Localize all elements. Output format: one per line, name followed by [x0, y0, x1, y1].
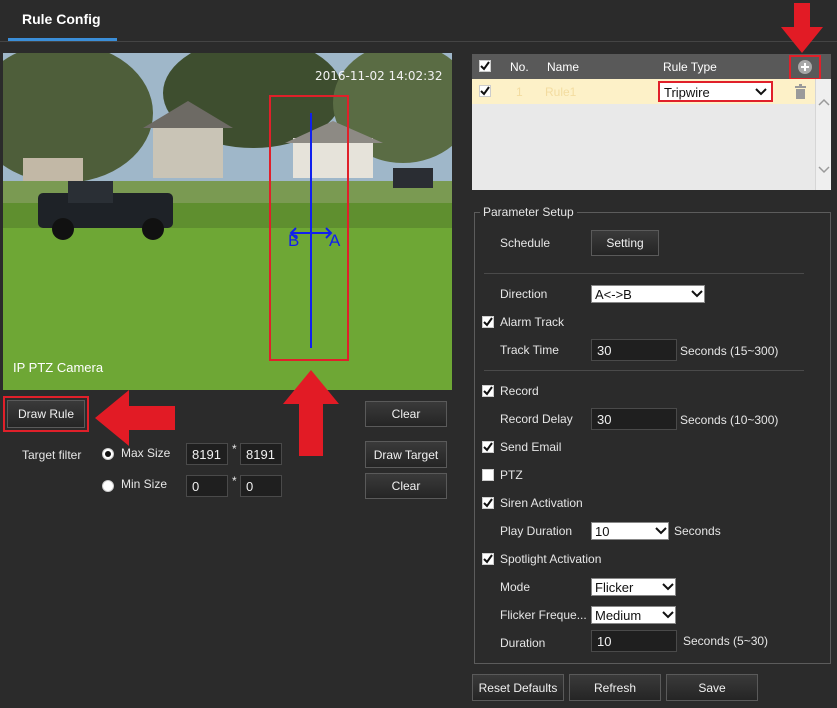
min-height-input[interactable]: 0: [240, 475, 282, 497]
row-name[interactable]: Rule1: [545, 85, 576, 99]
min-size-radio[interactable]: [102, 480, 114, 492]
chevron-down-icon: [662, 583, 674, 591]
camera-name: IP PTZ Camera: [13, 360, 104, 375]
table-row[interactable]: 1 Rule1 Tripwire: [472, 79, 815, 104]
active-tab-indicator: [8, 38, 117, 41]
ptz-label: PTZ: [500, 468, 523, 482]
rule-type-select[interactable]: Tripwire: [658, 81, 773, 102]
track-time-input[interactable]: 30: [591, 339, 677, 361]
duration-unit: Seconds (5~30): [683, 634, 769, 648]
rule-table: No. Name Rule Type 1 Rule1 Tripwire: [472, 54, 831, 190]
size-separator: *: [232, 442, 237, 456]
chevron-down-icon: [662, 611, 674, 619]
clear-rule-button[interactable]: Clear: [365, 401, 447, 427]
max-size-radio[interactable]: [102, 448, 114, 460]
size-separator: *: [232, 474, 237, 488]
camera-preview[interactable]: 2016-11-02 14:02:32 B A IP PTZ Camera: [3, 53, 452, 390]
ptz-checkbox[interactable]: [482, 469, 494, 481]
reset-defaults-button[interactable]: Reset Defaults: [472, 674, 564, 701]
play-duration-value: 10: [595, 523, 610, 539]
max-width-input[interactable]: 8191: [186, 443, 228, 465]
check-icon: [480, 61, 490, 71]
siren-label: Siren Activation: [500, 496, 583, 510]
check-icon: [483, 498, 493, 508]
flicker-frequency-label: Flicker Freque...: [500, 608, 587, 622]
duration-label: Duration: [500, 636, 546, 650]
schedule-label: Schedule: [500, 236, 551, 250]
row-no: 1: [516, 85, 523, 99]
play-duration-label: Play Duration: [500, 524, 573, 538]
tab-bar: [0, 0, 837, 42]
draw-target-button[interactable]: Draw Target: [365, 441, 447, 468]
row-checkbox[interactable]: [479, 85, 491, 97]
draw-rule-button[interactable]: Draw Rule: [7, 400, 85, 428]
max-size-label: Max Size: [121, 446, 171, 460]
chevron-down-icon: [755, 88, 767, 96]
mode-label: Mode: [500, 580, 531, 594]
target-filter-label: Target filter: [22, 448, 82, 462]
check-icon: [483, 554, 493, 564]
track-time-unit: Seconds (15~300): [680, 344, 779, 358]
rule-highlight-box: [269, 95, 349, 361]
delete-icon[interactable]: [794, 84, 807, 99]
play-duration-select[interactable]: 10: [591, 522, 669, 540]
check-icon: [483, 317, 493, 327]
camera-timestamp: 2016-11-02 14:02:32: [315, 69, 443, 83]
record-delay-label: Record Delay: [500, 412, 573, 426]
duration-input[interactable]: 10: [591, 630, 677, 652]
chevron-down-icon: [691, 290, 703, 298]
chevron-down-icon: [655, 527, 667, 535]
table-scrollbar[interactable]: [815, 79, 831, 190]
record-delay-unit: Seconds (10~300): [680, 413, 779, 427]
alarm-track-label: Alarm Track: [500, 315, 565, 329]
refresh-button[interactable]: Refresh: [569, 674, 661, 701]
check-icon: [480, 86, 490, 96]
track-time-label: Track Time: [500, 343, 559, 357]
flicker-frequency-value: Medium: [595, 607, 642, 623]
col-header-rule-type: Rule Type: [663, 60, 717, 74]
chevron-down-icon[interactable]: [818, 165, 830, 175]
send-email-checkbox[interactable]: [482, 441, 494, 453]
min-width-input[interactable]: 0: [186, 475, 228, 497]
arrow-left-icon: [95, 390, 175, 446]
check-icon: [483, 386, 493, 396]
parameter-setup-title: Parameter Setup: [480, 205, 577, 219]
mode-select[interactable]: Flicker: [591, 578, 676, 596]
rule-type-value: Tripwire: [664, 85, 710, 100]
record-label: Record: [500, 384, 539, 398]
add-rule-icon[interactable]: [797, 59, 813, 75]
spotlight-checkbox[interactable]: [482, 553, 494, 565]
direction-select[interactable]: A<->B: [591, 285, 705, 303]
chevron-up-icon[interactable]: [818, 97, 830, 107]
direction-value: A<->B: [595, 286, 632, 302]
tab-rule-config[interactable]: Rule Config: [22, 11, 101, 27]
alarm-track-checkbox[interactable]: [482, 316, 494, 328]
siren-checkbox[interactable]: [482, 497, 494, 509]
clear-target-button[interactable]: Clear: [365, 473, 447, 499]
mode-value: Flicker: [595, 579, 634, 595]
arrow-up-icon: [283, 370, 339, 456]
check-icon: [483, 442, 493, 452]
camera-scene: [3, 53, 452, 390]
schedule-setting-button[interactable]: Setting: [591, 230, 659, 256]
record-checkbox[interactable]: [482, 385, 494, 397]
flicker-frequency-select[interactable]: Medium: [591, 606, 676, 624]
direction-label: Direction: [500, 287, 548, 301]
radio-selected-dot: [105, 451, 111, 457]
send-email-label: Send Email: [500, 440, 562, 454]
arrow-down-icon: [781, 3, 823, 53]
rule-table-header: No. Name Rule Type: [472, 54, 831, 80]
max-height-input[interactable]: 8191: [240, 443, 282, 465]
record-delay-input[interactable]: 30: [591, 408, 677, 430]
divider: [484, 370, 804, 371]
min-size-label: Min Size: [121, 477, 168, 491]
parameter-setup-panel: [474, 212, 831, 664]
spotlight-label: Spotlight Activation: [500, 552, 602, 566]
col-header-no: No.: [510, 60, 529, 74]
col-header-name: Name: [547, 60, 580, 74]
select-all-checkbox[interactable]: [479, 60, 491, 72]
save-button[interactable]: Save: [666, 674, 758, 701]
divider: [484, 273, 804, 274]
play-duration-unit: Seconds: [674, 524, 721, 538]
